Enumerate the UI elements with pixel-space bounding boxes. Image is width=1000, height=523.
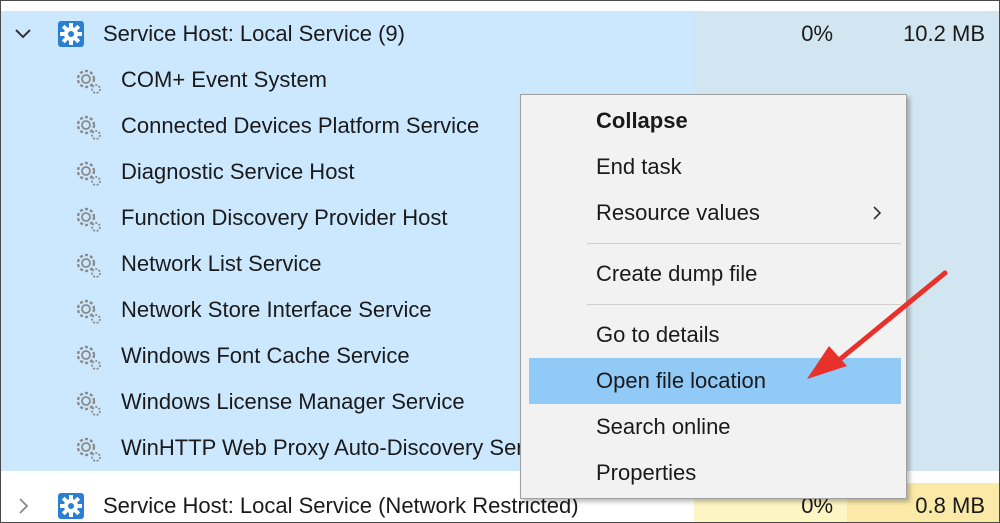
cpu-value: 0% xyxy=(694,11,847,57)
service-label: WinHTTP Web Proxy Auto-Discovery Service xyxy=(121,435,563,460)
menu-item-label: Resource values xyxy=(596,200,760,225)
menu-item-search-online[interactable]: Search online xyxy=(529,404,901,450)
service-label: Windows License Manager Service xyxy=(121,389,465,414)
small-gear-icon xyxy=(76,207,101,232)
memory-value: 10.2 MB xyxy=(847,11,999,57)
process-group-label: Service Host: Local Service (Network Res… xyxy=(103,493,579,518)
service-label: Windows Font Cache Service xyxy=(121,343,410,368)
small-gear-icon xyxy=(76,115,101,140)
small-gear-icon xyxy=(76,437,101,462)
menu-item-create-dump-file[interactable]: Create dump file xyxy=(529,251,901,297)
task-manager-process-list: Service Host: Local Service (9) 0% 10.2 … xyxy=(0,0,1000,523)
menu-item-properties[interactable]: Properties xyxy=(529,450,901,496)
process-group-row[interactable]: Service Host: Local Service (9) 0% 10.2 … xyxy=(1,11,999,57)
service-label: Connected Devices Platform Service xyxy=(121,113,480,138)
service-label: Diagnostic Service Host xyxy=(121,159,355,184)
menu-item-go-to-details[interactable]: Go to details xyxy=(529,312,901,358)
name-cell: Service Host: Local Service (9) xyxy=(1,11,694,57)
small-gear-icon xyxy=(76,299,101,324)
menu-separator xyxy=(587,304,901,305)
menu-item-resource-values[interactable]: Resource values xyxy=(529,190,901,236)
small-gear-icon xyxy=(76,345,101,370)
menu-item-end-task[interactable]: End task xyxy=(529,144,901,190)
gear-icon xyxy=(58,21,84,47)
process-group-label: Service Host: Local Service (9) xyxy=(103,21,405,46)
menu-item-open-file-location[interactable]: Open file location xyxy=(529,358,901,404)
chevron-right-icon xyxy=(873,206,882,220)
small-gear-icon xyxy=(76,69,101,94)
menu-separator xyxy=(587,243,901,244)
small-gear-icon xyxy=(76,161,101,186)
service-label: Network Store Interface Service xyxy=(121,297,432,322)
context-menu: Collapse End task Resource values Create… xyxy=(520,94,907,499)
chevron-down-icon[interactable] xyxy=(13,24,33,44)
service-label: Function Discovery Provider Host xyxy=(121,205,448,230)
small-gear-icon xyxy=(76,391,101,416)
chevron-right-icon[interactable] xyxy=(13,496,33,516)
small-gear-icon xyxy=(76,253,101,278)
service-label: Network List Service xyxy=(121,251,322,276)
menu-item-collapse[interactable]: Collapse xyxy=(529,98,901,144)
service-label: COM+ Event System xyxy=(121,67,328,92)
gear-icon xyxy=(58,493,84,519)
